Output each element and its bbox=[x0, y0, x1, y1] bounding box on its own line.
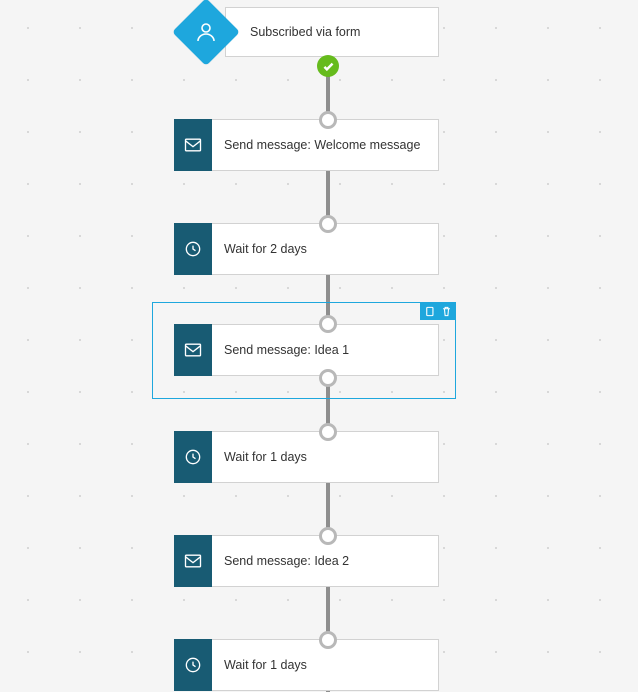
step-label: Wait for 2 days bbox=[224, 242, 307, 256]
connector-dot[interactable] bbox=[319, 423, 337, 441]
mail-icon bbox=[183, 551, 203, 571]
connector-dot[interactable] bbox=[319, 215, 337, 233]
step-label: Send message: Idea 1 bbox=[224, 343, 349, 357]
step-icon-box bbox=[174, 639, 212, 691]
step-icon-box bbox=[174, 119, 212, 171]
connector-dot[interactable] bbox=[319, 315, 337, 333]
step-card[interactable]: Wait for 2 days bbox=[174, 223, 439, 275]
step-card[interactable]: Send message: Idea 1 bbox=[174, 324, 439, 376]
mail-icon bbox=[183, 340, 203, 360]
selection-toolbar bbox=[420, 302, 456, 320]
step-card[interactable]: Wait for 1 days bbox=[174, 639, 439, 691]
step-label: Wait for 1 days bbox=[224, 658, 307, 672]
clock-icon bbox=[183, 447, 203, 467]
copy-icon[interactable] bbox=[424, 306, 435, 317]
step-label: Send message: Idea 2 bbox=[224, 554, 349, 568]
connector-dot[interactable] bbox=[319, 111, 337, 129]
trigger-label: Subscribed via form bbox=[250, 25, 360, 39]
connector-dot[interactable] bbox=[319, 527, 337, 545]
step-icon-box bbox=[174, 223, 212, 275]
user-icon bbox=[194, 20, 218, 44]
step-icon-box bbox=[174, 324, 212, 376]
step-card[interactable]: Send message: Welcome message bbox=[174, 119, 439, 171]
clock-icon bbox=[183, 655, 203, 675]
connector-dot[interactable] bbox=[319, 631, 337, 649]
trigger-card[interactable]: Subscribed via form bbox=[225, 7, 439, 57]
mail-icon bbox=[183, 135, 203, 155]
workflow-canvas[interactable]: Subscribed via form Send message: Welcom… bbox=[0, 0, 638, 692]
step-icon-box bbox=[174, 535, 212, 587]
trash-icon[interactable] bbox=[441, 306, 452, 317]
clock-icon bbox=[183, 239, 203, 259]
step-card[interactable]: Wait for 1 days bbox=[174, 431, 439, 483]
step-card[interactable]: Send message: Idea 2 bbox=[174, 535, 439, 587]
status-check bbox=[317, 55, 339, 77]
step-icon-box bbox=[174, 431, 212, 483]
step-label: Wait for 1 days bbox=[224, 450, 307, 464]
connector-dot[interactable] bbox=[319, 369, 337, 387]
step-label: Send message: Welcome message bbox=[224, 138, 420, 152]
